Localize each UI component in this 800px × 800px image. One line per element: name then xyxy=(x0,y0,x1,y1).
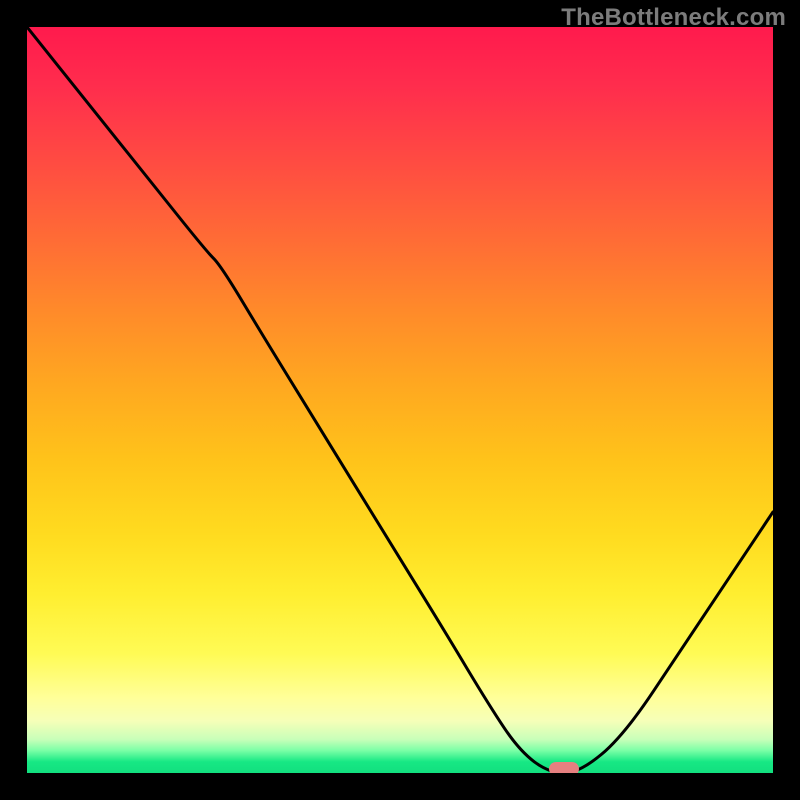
watermark-text: TheBottleneck.com xyxy=(561,4,786,32)
bottleneck-curve-line xyxy=(27,27,773,773)
chart-frame: TheBottleneck.com xyxy=(0,0,800,800)
optimal-point-marker xyxy=(549,762,579,773)
bottleneck-curve-svg xyxy=(27,27,773,773)
plot-area xyxy=(27,27,773,773)
